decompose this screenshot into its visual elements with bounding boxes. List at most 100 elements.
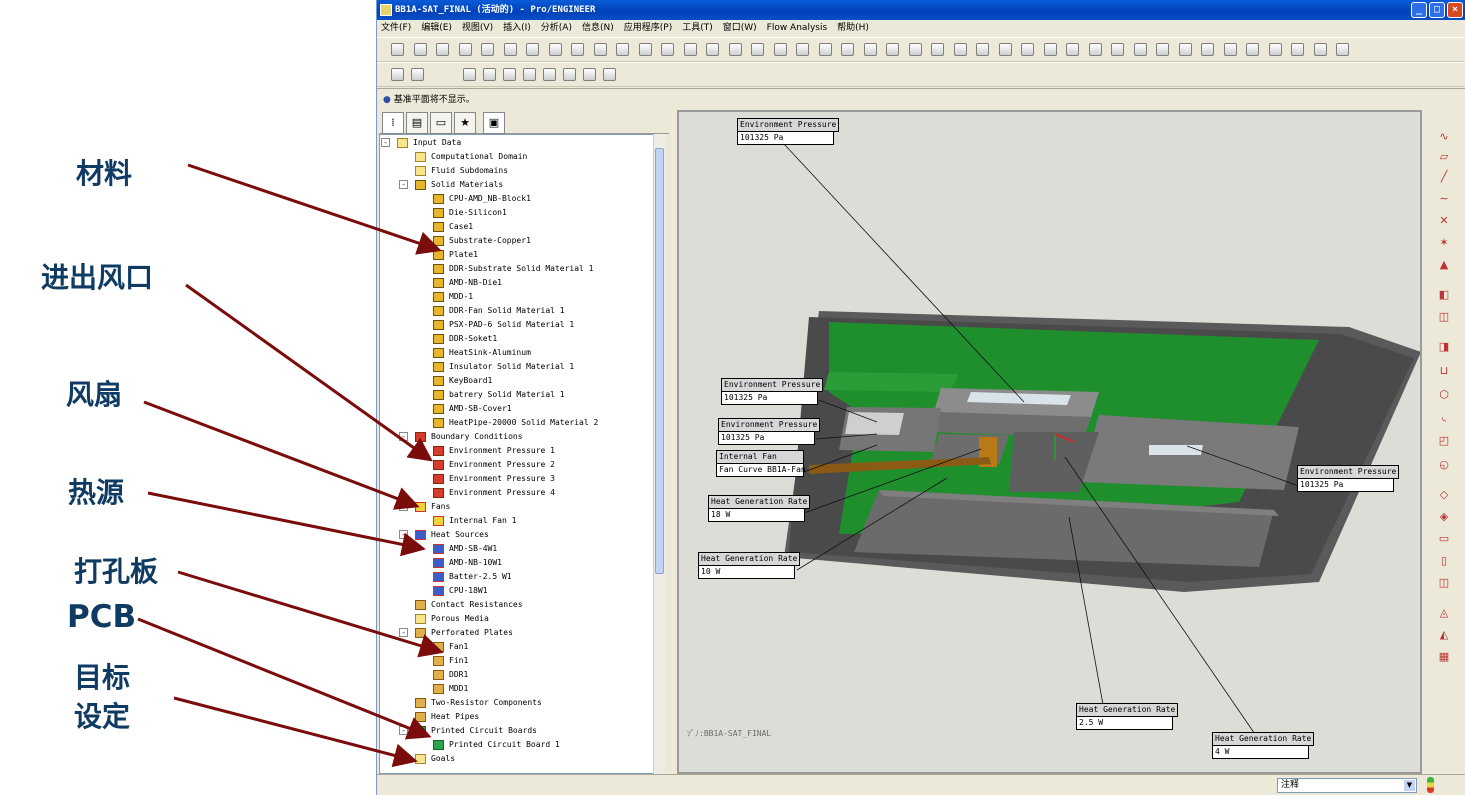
menu-item-6[interactable]: 应用程序(P) [624,23,672,33]
undo-icon[interactable] [526,43,539,56]
tree-item[interactable]: Solid Materials [415,178,503,191]
menu-item-9[interactable]: Flow Analysis [767,23,828,33]
datum-curve-tool-icon[interactable]: ∼ [1435,190,1453,208]
refit-icon[interactable] [863,43,877,56]
tree-item[interactable]: Environment Pressure 3 [433,472,555,485]
tree-item[interactable]: batrery Solid Material 1 [433,388,565,401]
hole-tool-icon[interactable]: ◧ [1435,286,1453,304]
datum-plane-icon[interactable] [1043,43,1057,56]
callout-env-pressure-right[interactable]: Environment Pressure 101325 Pa [1297,465,1400,492]
tree-item[interactable]: AMD-SB-4W1 [433,542,497,555]
datum-axis-tool-icon[interactable]: ╱ [1435,168,1453,186]
tree-item[interactable]: AMD-SB-Cover1 [433,402,512,415]
tree-item[interactable]: Printed Circuit Boards [415,724,537,737]
appearance-icon[interactable] [583,68,596,81]
flow-icon[interactable] [603,68,616,81]
tree-expander[interactable]: - [399,432,408,441]
saved-views-icon[interactable] [908,43,922,56]
parameters-icon[interactable] [463,68,476,81]
tree-item[interactable]: Insulator Solid Material 1 [433,360,574,373]
tree-item[interactable]: Die-Silicon1 [433,206,507,219]
tab-folder-icon[interactable]: ▭ [430,112,452,134]
blend-tool-icon[interactable]: ◈ [1435,508,1453,526]
paste-icon[interactable] [616,43,629,56]
menu-item-10[interactable]: 帮助(H) [837,23,869,33]
datum-point-tool-icon[interactable]: ✕ [1435,212,1453,230]
menu-item-8[interactable]: 窗口(W) [723,23,757,33]
table-icon[interactable] [1223,43,1237,56]
tree-expander[interactable]: - [381,138,390,147]
model-icon[interactable] [1291,43,1304,56]
chamfer-tool-icon[interactable]: ◟ [1435,408,1453,426]
callout-env-pressure-top[interactable]: Environment Pressure 101325 Pa [737,118,840,145]
annotate-icon[interactable] [1246,43,1259,56]
open-icon[interactable] [413,43,427,56]
report-icon[interactable] [1313,43,1327,56]
tree-item[interactable]: AMD-NB-10W1 [433,556,502,569]
tree-expander[interactable]: - [399,726,408,735]
tree-item[interactable]: Fans [415,500,450,513]
tree-item[interactable]: Internal Fan 1 [433,514,516,527]
tree-item[interactable]: Input Data [397,136,461,149]
revolve-tool-icon[interactable]: ◵ [1435,456,1453,474]
tree-item[interactable]: PSX-PAD-6 Solid Material 1 [433,318,574,331]
tree-item[interactable]: Porous Media [415,612,489,625]
callout-heat-rate-18w[interactable]: Heat Generation Rate 18 W [708,495,811,522]
close-icon[interactable]: × [1447,2,1463,18]
tree-item[interactable]: Goals [415,752,455,765]
tree-item[interactable]: HeatSink-Aluminum [433,346,531,359]
shading-icon[interactable] [1021,43,1034,56]
orient-icon[interactable] [773,43,787,56]
mapkey-icon[interactable] [483,68,496,81]
selection-filter-select[interactable]: 注释 ▼ [1277,778,1417,793]
tree-item[interactable]: DDR-Substrate Solid Material 1 [433,262,594,275]
tree-expander[interactable]: - [399,628,408,637]
callout-env-pressure-left2[interactable]: Environment Pressure 101325 Pa [718,418,821,445]
pan-icon[interactable] [796,43,809,56]
note-icon[interactable] [1201,43,1214,56]
tree-scrollbar[interactable] [653,134,665,774]
graphics-viewport[interactable]: Environment Pressure 101325 Pa Environme… [677,110,1422,774]
tree-item[interactable]: MDD1 [433,682,468,695]
datum-point-icon[interactable] [1088,43,1102,56]
graph-icon[interactable] [563,68,576,81]
analysis-tool-icon[interactable]: ▲ [1435,256,1453,274]
trim-tool-icon[interactable]: ◭ [1435,626,1453,644]
tree-item[interactable]: Fluid Subdomains [415,164,508,177]
tree-item[interactable]: DDR-Soket1 [433,332,497,345]
tree-item[interactable]: Computational Domain [415,150,527,163]
tree-item[interactable]: Heat Pipes [415,710,479,723]
chevron-down-icon[interactable]: ▼ [1404,780,1415,791]
zoom-in-icon[interactable] [818,43,832,56]
callout-env-pressure-left1[interactable]: Environment Pressure 101325 Pa [721,378,824,405]
tree-item[interactable]: Printed Circuit Board 1 [433,738,560,751]
print-preview-icon[interactable] [481,43,494,56]
coord-sys-icon[interactable] [1111,43,1124,56]
tree-item[interactable]: Contact Resistances [415,598,523,611]
round-tool-icon[interactable]: ⬡ [1435,386,1453,404]
callout-internal-fan[interactable]: Internal Fan Fan Curve BB1A-Fan [716,450,806,477]
print-icon[interactable] [458,43,472,56]
cut-icon[interactable] [571,43,584,56]
relations-icon[interactable] [411,68,424,81]
menu-item-5[interactable]: 信息(N) [582,23,614,33]
flag-icon[interactable] [1336,43,1349,56]
tree-item[interactable]: Plate1 [433,248,478,261]
callout-heat-rate-4w[interactable]: Heat Generation Rate 4 W [1212,732,1315,759]
datum-icon[interactable] [543,68,556,81]
tree-item[interactable]: CPU-AMD_NB-Block1 [433,192,531,205]
menu-item-3[interactable]: 插入(I) [503,23,531,33]
tree-item[interactable]: Environment Pressure 4 [433,486,555,499]
play-icon[interactable] [1268,43,1282,56]
maximize-icon[interactable]: □ [1429,2,1445,18]
email-icon[interactable] [503,43,517,56]
tree-item[interactable]: Two-Resistor Components [415,696,542,709]
tree-expander[interactable]: - [399,180,408,189]
shell-tool-icon[interactable]: ◫ [1435,308,1453,326]
hole-icon[interactable] [523,68,536,81]
minimize-icon[interactable]: _ [1411,2,1427,18]
coord-tool-icon[interactable]: ✶ [1435,234,1453,252]
tree-item[interactable]: Fan1 [433,640,468,653]
tree-item[interactable]: Case1 [433,220,473,233]
tree-item[interactable]: Fin1 [433,654,468,667]
